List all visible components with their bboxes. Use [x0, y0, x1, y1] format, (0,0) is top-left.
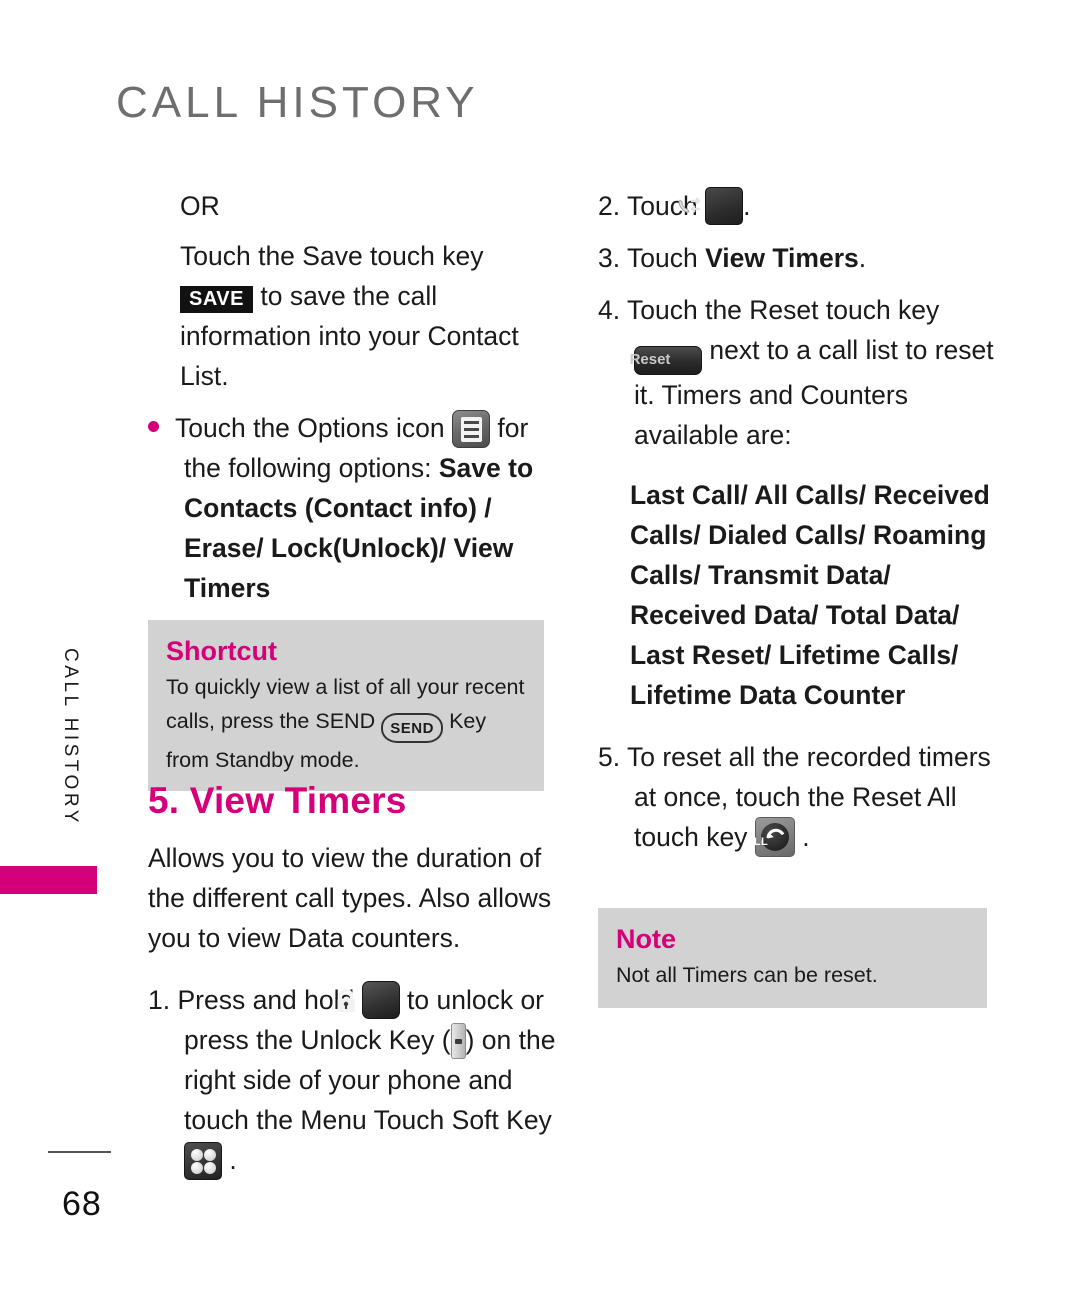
shortcut-callout: Shortcut To quickly view a list of all y…	[148, 620, 544, 791]
bullet-icon	[148, 421, 159, 433]
left-column: OR Touch the Save touch key SAVE to save…	[148, 186, 558, 608]
save-step-text-before: Touch the Save touch key	[180, 241, 484, 271]
step-5-number: 5.	[598, 741, 621, 772]
step-4-number: 4.	[598, 295, 621, 325]
or-label: OR	[180, 191, 220, 221]
send-key-icon[interactable]: SEND	[381, 712, 444, 743]
note-title: Note	[616, 924, 676, 954]
page-number: 68	[62, 1185, 102, 1223]
step-5: 5. To reset all the recorded timers at o…	[598, 737, 1003, 857]
step-3-bold: View Timers	[705, 243, 859, 273]
step-2-text-b: .	[743, 191, 751, 221]
unlock-key-icon[interactable]	[450, 1023, 466, 1060]
save-icon[interactable]: SAVE	[180, 285, 253, 313]
step-3-text-b: .	[858, 243, 867, 273]
step-5-text-b: .	[802, 821, 810, 852]
timers-list: Last Call/ All Calls/ Received Calls/ Di…	[630, 479, 990, 710]
step-1: 1. Press and hold to unlock or press the…	[148, 980, 560, 1181]
step-3-text-a: Touch	[627, 243, 706, 273]
reset-all-icon[interactable]: ALL	[745, 816, 795, 857]
reset-all-label: ALL	[745, 835, 769, 848]
left-lower-block: Allows you to view the duration of the d…	[148, 838, 560, 1181]
shortcut-title: Shortcut	[166, 636, 277, 666]
step-4-text-a: Touch the Reset touch key	[627, 295, 940, 325]
page-title: CALL HISTORY	[116, 78, 479, 127]
options-bullet: Touch the Options icon for the following…	[148, 408, 558, 608]
menu-soft-key-icon[interactable]	[184, 1142, 222, 1181]
side-tab-marker	[0, 866, 97, 894]
step-3: 3. Touch View Timers.	[598, 238, 1003, 278]
side-tab-label: CALL HISTORY	[60, 648, 81, 826]
section-intro: Allows you to view the duration of the d…	[148, 843, 552, 953]
right-column: 2. Touch . 3. Touch View Timers. 4. Touc…	[598, 186, 1003, 857]
options-text-before: Touch the Options icon	[175, 413, 445, 443]
reset-icon[interactable]: Reset	[630, 345, 702, 375]
lock-icon[interactable]	[337, 981, 400, 1020]
step-2-number: 2.	[598, 191, 621, 221]
note-callout: Note Not all Timers can be reset.	[598, 908, 987, 1008]
step-3-number: 3.	[598, 243, 621, 273]
options-icon[interactable]	[451, 410, 490, 449]
step-2: 2. Touch .	[598, 186, 1003, 226]
step-4: 4. Touch the Reset touch key Reset next …	[598, 290, 1003, 455]
footer-divider	[48, 1151, 111, 1153]
section-heading: 5. View Timers	[148, 780, 407, 821]
step-1-text-d: .	[229, 1145, 237, 1175]
save-step: Touch the Save touch key SAVE to save th…	[180, 236, 558, 396]
note-body: Not all Timers can be reset.	[616, 963, 878, 987]
step-1-number: 1.	[148, 985, 171, 1015]
call-history-icon[interactable]	[678, 187, 744, 226]
shortcut-body: To quickly view a list of all your recen…	[166, 670, 528, 777]
